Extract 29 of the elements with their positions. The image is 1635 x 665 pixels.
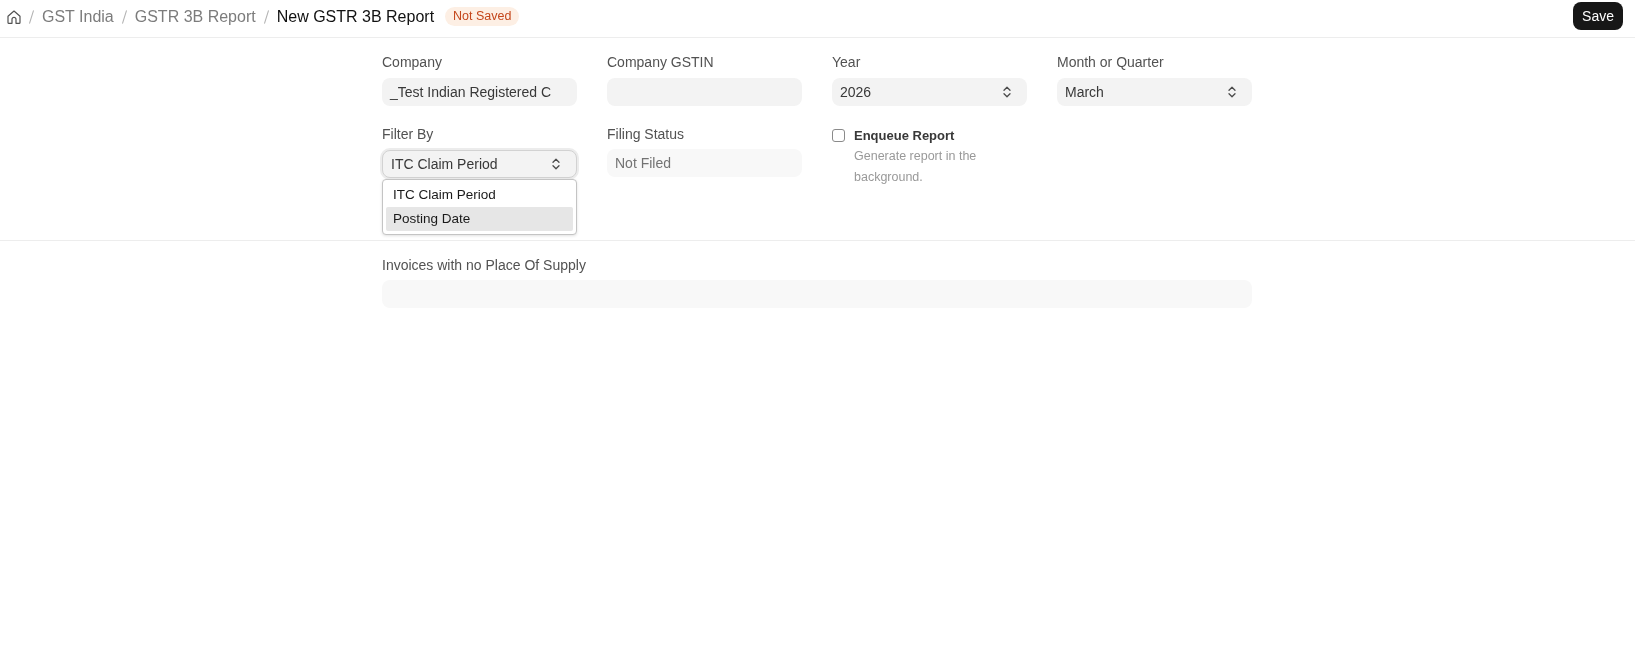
- field-label: Company: [382, 53, 443, 72]
- separator-icon: [263, 9, 269, 24]
- field-label: Month or Quarter: [1057, 53, 1165, 72]
- select-field[interactable]: ITC Claim Period: [382, 150, 577, 178]
- page-title: New GSTR 3B Report: [276, 6, 435, 27]
- chevrons-icon: [552, 158, 560, 170]
- separator-icon: [121, 9, 127, 24]
- field-label: Filing Status: [607, 125, 686, 144]
- breadcrumb-link[interactable]: GST India: [42, 4, 114, 29]
- field-label: Company GSTIN: [607, 53, 715, 72]
- input-field[interactable]: _Test Indian Registered C: [382, 78, 577, 106]
- field-label: Year: [832, 53, 862, 72]
- checkbox[interactable]: [832, 129, 845, 142]
- field-label: Invoices with no Place Of Supply: [382, 256, 587, 275]
- chevrons-icon: [1228, 86, 1236, 98]
- select-field[interactable]: 2026: [832, 78, 1027, 106]
- dropdown-option[interactable]: Posting Date: [386, 207, 573, 231]
- chevrons-icon: [1003, 86, 1011, 98]
- field-description: Generate report in the background.: [854, 148, 978, 186]
- select-field[interactable]: March: [1057, 78, 1252, 106]
- separator-icon: [29, 9, 34, 24]
- checkbox-label: Enqueue Report: [854, 127, 956, 145]
- status-badge: Not Saved: [445, 7, 520, 26]
- breadcrumb-link[interactable]: GSTR 3B Report: [134, 4, 256, 29]
- save-button[interactable]: Save: [1573, 2, 1623, 30]
- read-only-field: Not Filed: [607, 149, 802, 177]
- home-icon[interactable]: [7, 9, 21, 24]
- field-label: Filter By: [382, 125, 435, 144]
- dropdown-option[interactable]: ITC Claim Period: [386, 183, 573, 207]
